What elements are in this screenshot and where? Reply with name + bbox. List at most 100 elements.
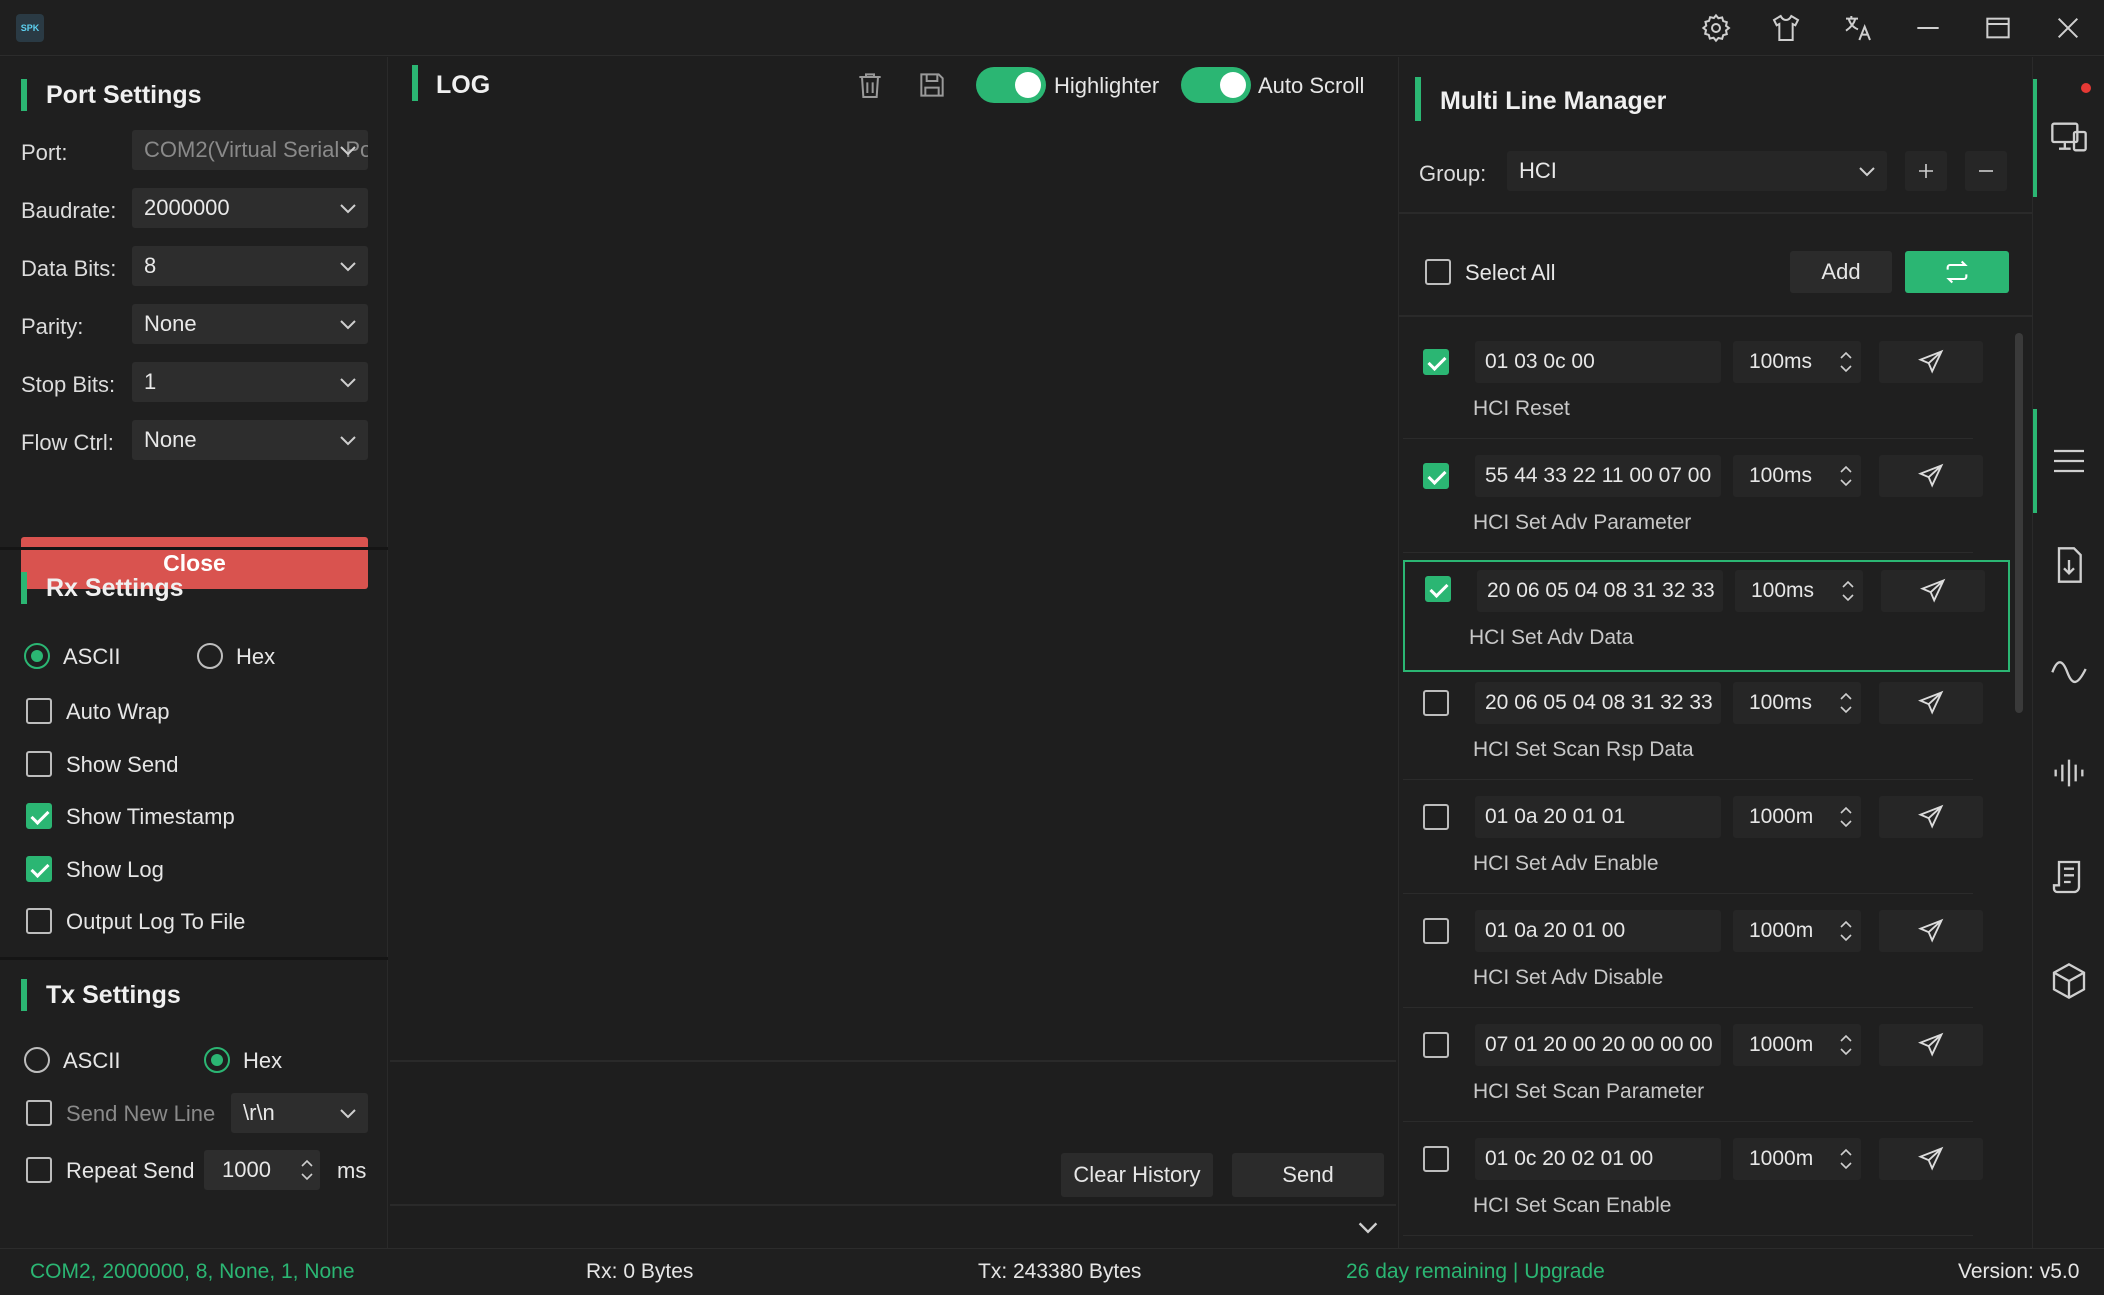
multi-line-manager: Multi Line Manager Group: HCI Select All… xyxy=(1398,57,2033,1248)
interval-stepper[interactable]: 1000m xyxy=(1733,910,1861,952)
command-hex-input[interactable]: 01 0a 20 01 00 xyxy=(1475,910,1721,952)
chevron-down-icon xyxy=(340,378,356,388)
show-timestamp-checkbox[interactable] xyxy=(26,803,52,829)
send-command-button[interactable] xyxy=(1879,341,1983,383)
scrollbar-thumb[interactable] xyxy=(2015,333,2023,713)
stepper-arrows-icon[interactable] xyxy=(1841,576,1855,606)
title-bar: SPK xyxy=(0,0,2104,56)
stepper-arrows-icon[interactable] xyxy=(1839,802,1853,832)
send-new-line-checkbox[interactable] xyxy=(26,1100,52,1126)
waveform-icon[interactable] xyxy=(2049,649,2089,689)
stepper-arrows-icon[interactable] xyxy=(1839,461,1853,491)
tx-hex-radio[interactable] xyxy=(204,1047,230,1073)
command-row: 01 0a 20 01 00 1000m HCI Set Adv Disable xyxy=(1403,896,1983,1008)
clear-history-button[interactable]: Clear History xyxy=(1061,1153,1213,1197)
send-button[interactable]: Send xyxy=(1232,1153,1384,1197)
data-bits-select[interactable]: 8 xyxy=(132,246,368,286)
command-checkbox[interactable] xyxy=(1423,349,1449,375)
interval-stepper[interactable]: 1000m xyxy=(1733,1024,1861,1066)
interval-stepper[interactable]: 100ms xyxy=(1735,570,1863,612)
command-checkbox[interactable] xyxy=(1423,804,1449,830)
auto-wrap-checkbox[interactable] xyxy=(26,698,52,724)
command-hex-input[interactable]: 01 0a 20 01 01 xyxy=(1475,796,1721,838)
auto-scroll-label: Auto Scroll xyxy=(1258,73,1365,98)
show-log-checkbox[interactable] xyxy=(26,856,52,882)
close-icon[interactable] xyxy=(2050,12,2086,44)
highlighter-toggle[interactable] xyxy=(976,67,1046,103)
command-checkbox[interactable] xyxy=(1423,918,1449,944)
stepper-arrows-icon[interactable] xyxy=(1839,347,1853,377)
license-link[interactable]: 26 day remaining | Upgrade xyxy=(1346,1249,1605,1295)
command-hex-input[interactable]: 07 01 20 00 20 00 00 00 xyxy=(1475,1024,1721,1066)
command-hex-input[interactable]: 01 0c 20 02 01 00 xyxy=(1475,1138,1721,1180)
auto-scroll-toggle[interactable] xyxy=(1181,67,1251,103)
parity-select[interactable]: None xyxy=(132,304,368,344)
translate-icon[interactable] xyxy=(1840,12,1876,44)
command-hex-input[interactable]: 20 06 05 04 08 31 32 33 xyxy=(1477,570,1723,612)
stepper-arrows-icon[interactable] xyxy=(1839,688,1853,718)
repeat-interval-stepper[interactable]: 1000 xyxy=(204,1150,320,1190)
script-icon[interactable] xyxy=(2049,857,2089,897)
trash-icon[interactable] xyxy=(854,69,886,101)
port-select[interactable]: COM2(Virtual Serial Port) xyxy=(132,130,368,170)
output-log-checkbox[interactable] xyxy=(26,908,52,934)
multi-line-title: Multi Line Manager xyxy=(1440,87,1667,115)
menu-icon[interactable] xyxy=(2049,441,2089,481)
gear-icon[interactable] xyxy=(1698,12,1734,44)
send-command-button[interactable] xyxy=(1879,796,1983,838)
tx-ascii-label: ASCII xyxy=(63,1048,121,1073)
chevron-down-icon[interactable] xyxy=(1356,1215,1380,1239)
new-line-select[interactable]: \r\n xyxy=(231,1093,368,1133)
command-hex-input[interactable]: 20 06 05 04 08 31 32 33 xyxy=(1475,682,1721,724)
repeat-send-checkbox[interactable] xyxy=(26,1157,52,1183)
stepper-arrows-icon[interactable] xyxy=(1839,1144,1853,1174)
stepper-arrows-icon[interactable] xyxy=(1839,1030,1853,1060)
send-command-button[interactable] xyxy=(1879,1138,1983,1180)
command-checkbox[interactable] xyxy=(1425,576,1451,602)
send-command-button[interactable] xyxy=(1879,455,1983,497)
log-panel: LOG Highlighter Auto Scroll Clear Histor… xyxy=(390,57,1396,1248)
show-send-checkbox[interactable] xyxy=(26,751,52,777)
stop-bits-select[interactable]: 1 xyxy=(132,362,368,402)
interval-stepper[interactable]: 100ms xyxy=(1733,455,1861,497)
maximize-icon[interactable] xyxy=(1980,12,2016,44)
interval-stepper[interactable]: 1000m xyxy=(1733,1138,1861,1180)
tshirt-icon[interactable] xyxy=(1768,12,1804,44)
minimize-icon[interactable] xyxy=(1910,12,1946,44)
add-group-button[interactable] xyxy=(1905,151,1947,191)
send-command-button[interactable] xyxy=(1879,910,1983,952)
rx-hex-radio[interactable] xyxy=(197,643,223,669)
send-command-button[interactable] xyxy=(1879,1024,1983,1066)
interval-stepper[interactable]: 100ms xyxy=(1733,682,1861,724)
command-checkbox[interactable] xyxy=(1423,1032,1449,1058)
send-icon xyxy=(1918,690,1944,715)
interval-stepper[interactable]: 1000m xyxy=(1733,796,1861,838)
select-all-checkbox[interactable] xyxy=(1425,259,1451,285)
save-icon[interactable] xyxy=(916,69,948,101)
rx-ascii-radio[interactable] xyxy=(24,643,50,669)
devices-icon[interactable] xyxy=(2049,117,2089,157)
flow-ctrl-select[interactable]: None xyxy=(132,420,368,460)
send-command-button[interactable] xyxy=(1881,570,1985,612)
remove-group-button[interactable] xyxy=(1965,151,2007,191)
group-select[interactable]: HCI xyxy=(1507,151,1887,191)
command-checkbox[interactable] xyxy=(1423,463,1449,489)
add-command-button[interactable]: Add xyxy=(1790,251,1892,293)
log-output[interactable] xyxy=(390,123,1396,1117)
send-command-button[interactable] xyxy=(1879,682,1983,724)
stepper-arrows-icon[interactable] xyxy=(1839,916,1853,946)
baudrate-select[interactable]: 2000000 xyxy=(132,188,368,228)
package-icon[interactable] xyxy=(2049,961,2089,1001)
command-checkbox[interactable] xyxy=(1423,690,1449,716)
command-hex-input[interactable]: 55 44 33 22 11 00 07 00 xyxy=(1475,455,1721,497)
section-divider xyxy=(1399,315,2033,317)
interval-stepper[interactable]: 100ms xyxy=(1733,341,1861,383)
command-checkbox[interactable] xyxy=(1423,1146,1449,1172)
cycle-send-button[interactable] xyxy=(1905,251,2009,293)
app-logo: SPK xyxy=(16,14,44,42)
audio-bars-icon[interactable] xyxy=(2049,753,2089,793)
command-hex-input[interactable]: 01 03 0c 00 xyxy=(1475,341,1721,383)
file-download-icon[interactable] xyxy=(2049,545,2089,585)
stepper-arrows-icon[interactable] xyxy=(300,1156,314,1184)
tx-ascii-radio[interactable] xyxy=(24,1047,50,1073)
